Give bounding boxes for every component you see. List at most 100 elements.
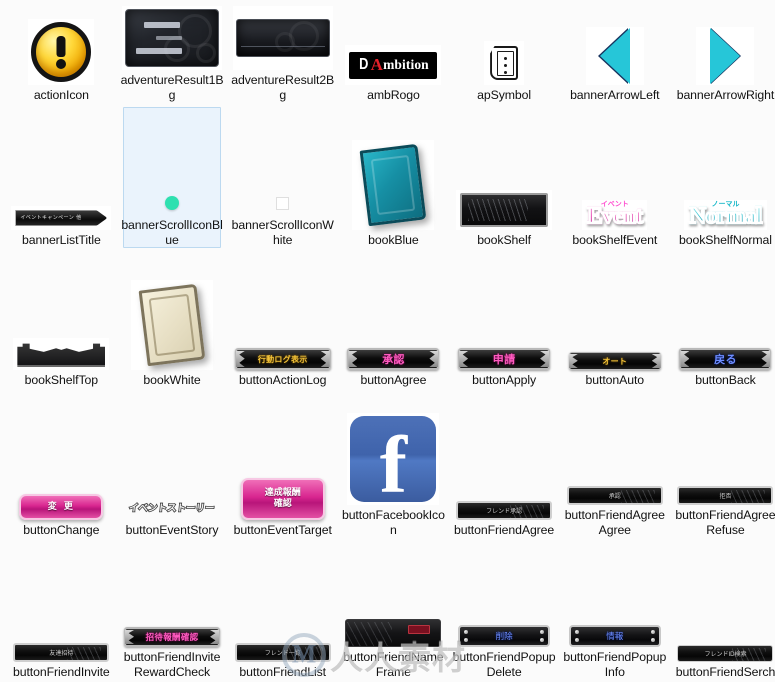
file-item-apSymbol[interactable]: apSymbol [449,0,560,105]
button-jp-text: 招待報酬確認 [145,633,199,643]
file-item-buttonFriendAgreeRefuse[interactable]: 拒否 buttonFriendAgreeRefuse [670,390,775,540]
file-item-buttonFriendList[interactable]: フレンド一覧 buttonFriendList [227,540,338,682]
file-label: buttonFriendAgreeRefuse [675,508,775,537]
ornate-button: 行動ログ表示 [234,348,331,370]
file-item-bookShelfNormal[interactable]: ノーマル Normal bookShelfNormal [670,105,775,250]
button-jp-text: フレンドID検索 [704,652,747,658]
button-jp-text: 変 更 [47,501,75,512]
facebook-glyph: f [379,419,408,503]
file-label: bannerArrowLeft [570,88,660,102]
rivet-button: 削除 [458,625,551,647]
dark-bar-button: フレンド承認 [456,501,553,520]
file-item-buttonFriendAgreeAgree[interactable]: 承認 buttonFriendAgreeAgree [559,390,670,540]
pink-button: 変 更 [19,494,104,520]
dark-bar-button: フレンド一覧 [234,643,331,662]
file-item-buttonFriendPopupDelete[interactable]: 削除 buttonFriendPopupDelete [449,540,560,682]
file-label: ambRogo [367,88,420,102]
warning-exclamation-icon [28,19,95,85]
file-item-buttonFriendAgree[interactable]: フレンド承認 buttonFriendAgree [449,390,560,540]
file-label: bookBlue [368,233,419,247]
file-label: buttonFriendAgree [454,523,555,537]
file-label: bannerScrollIconWhite [231,218,334,247]
rivet-button: 情報 [568,625,661,647]
file-item-buttonEventTarget[interactable]: 達成報酬 確認 buttonEventTarget [227,390,338,540]
file-label: buttonActionLog [239,373,327,387]
triangle-right-icon [696,27,755,85]
file-item-buttonFriendInvite[interactable]: 友達招待 buttonFriendInvite [6,540,117,682]
banner-jp-text: イベントキャンペーン 他 [20,215,82,221]
white-book-icon [131,280,214,370]
file-item-adventureResult2Bg[interactable]: adventureResult2Bg [227,0,338,105]
file-item-buttonFriendPopupInfo[interactable]: 情報 buttonFriendPopupInfo [559,540,670,682]
file-label: actionIcon [33,88,89,102]
file-item-adventureResult1Bg[interactable]: adventureResult1Bg [117,0,228,105]
event-story-text: イベントストーリー [128,494,216,520]
ornate-button: 戻る [679,348,772,370]
file-item-buttonFriendInviteRewardCheck[interactable]: 招待報酬確認 buttonFriendInviteRewardCheck [117,540,228,682]
dark-banner-ribbon: イベントキャンペーン 他 [11,206,112,230]
file-label: bannerScrollIconBlue [121,218,223,247]
file-label: bookShelfTop [24,373,98,387]
file-item-ambRogo[interactable]: D Ambition ambRogo [338,0,449,105]
file-item-bannerScrollIconBlue[interactable]: bannerScrollIconBlue [117,105,228,250]
button-jp-text: フレンド承認 [486,509,523,515]
name-frame [345,619,442,647]
file-item-buttonFriendSerch[interactable]: フレンドID検索 buttonFriendSerch [670,540,775,682]
ap-scroll-symbol [484,41,525,85]
file-label: buttonFriendInvite [13,665,110,679]
icon-grid[interactable]: actionIcon adventureResult1Bg adventureR… [0,0,775,682]
file-item-bannerListTitle[interactable]: イベントキャンペーン 他 bannerListTitle [6,105,117,250]
normal-wordart: ノーマル Normal [684,199,767,230]
file-label: buttonEventStory [125,523,219,537]
file-item-buttonAuto[interactable]: オート buttonAuto [559,250,670,390]
file-item-bookWhite[interactable]: bookWhite [117,250,228,390]
file-item-bookShelf[interactable]: bookShelf [449,105,560,250]
file-item-buttonBack[interactable]: 戻る buttonBack [670,250,775,390]
file-label: buttonFriendNameFrame [343,650,444,679]
file-item-buttonChange[interactable]: 変 更 buttonChange [6,390,117,540]
file-label: buttonFriendList [239,665,327,679]
file-item-buttonAgree[interactable]: 承認 buttonAgree [338,250,449,390]
file-item-buttonFriendNameFrame[interactable]: buttonFriendNameFrame [338,540,449,682]
button-jp-text: イベントストーリー [128,502,216,515]
file-item-buttonActionLog[interactable]: 行動ログ表示 buttonActionLog [227,250,338,390]
file-item-buttonApply[interactable]: 申請 buttonApply [449,250,560,390]
file-label: bookShelf [477,233,531,247]
file-item-bookShelfTop[interactable]: bookShelfTop [6,250,117,390]
dark-bar-button: 拒否 [677,486,774,505]
dark-bar-background [232,6,333,70]
dark-bar-button: 承認 [566,486,663,505]
file-item-actionIcon[interactable]: actionIcon [6,0,117,105]
pink-button: 達成報酬 確認 [240,478,325,520]
file-item-bookShelfEvent[interactable]: イベント Event bookShelfEvent [559,105,670,250]
file-item-bookBlue[interactable]: bookBlue [338,105,449,250]
button-jp-text-2: 確認 [273,499,292,509]
triangle-left-icon [585,27,644,85]
teal-dot-icon [165,191,180,215]
facebook-icon: f [347,413,440,505]
file-item-bannerScrollIconWhite[interactable]: bannerScrollIconWhite [227,105,338,250]
file-label: buttonAgree [360,373,427,387]
file-item-bannerArrowRight[interactable]: bannerArrowRight [670,0,775,105]
file-label: apSymbol [477,88,532,102]
file-label: buttonFacebookIcon [341,508,445,537]
ornate-button: 招待報酬確認 [124,627,221,647]
file-label: buttonApply [472,373,537,387]
file-label: buttonFriendInviteRewardCheck [123,650,221,679]
file-label: buttonChange [23,523,100,537]
file-item-buttonFacebookIcon[interactable]: f buttonFacebookIcon [338,390,449,540]
file-label: buttonBack [695,373,756,387]
ornate-button: オート [568,352,661,370]
file-label: buttonFriendAgreeAgree [564,508,665,537]
ambition-rest: mbition [383,57,429,72]
file-label: bookShelfEvent [572,233,658,247]
white-dot-icon [276,191,290,215]
file-item-buttonEventStory[interactable]: イベントストーリー buttonEventStory [117,390,228,540]
button-jp-text: 申請 [492,353,516,366]
blue-book-icon [352,140,435,230]
file-item-bannerArrowLeft[interactable]: bannerArrowLeft [559,0,670,105]
ambition-accent: A [370,55,384,74]
file-label: buttonFriendSerch [675,665,775,679]
button-jp-text: 削除 [495,631,513,641]
file-label: adventureResult1Bg [120,73,224,102]
